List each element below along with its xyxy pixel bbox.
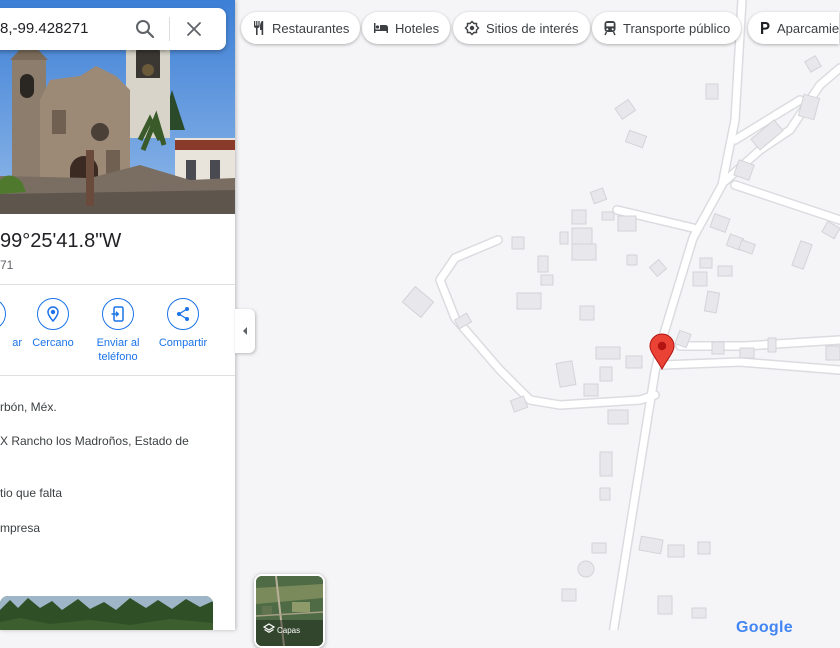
directions-icon <box>0 298 6 330</box>
info-plus-code[interactable]: X Rancho los Madroños, Estado de <box>0 434 189 448</box>
nearby-icon <box>47 306 59 322</box>
parking-icon <box>761 22 770 34</box>
chip-label: Restaurantes <box>272 20 350 36</box>
camera-icon <box>464 20 480 36</box>
nearby-button[interactable]: Cercano <box>18 298 88 350</box>
nearby-photo[interactable] <box>0 596 213 630</box>
place-title: 99°25'41.8"W <box>0 230 122 252</box>
add-missing-place-link[interactable]: tio que falta <box>0 486 62 500</box>
fork-knife-icon <box>254 21 264 35</box>
layers-icon <box>263 623 275 634</box>
chevron-left-icon <box>243 327 247 335</box>
add-business-link[interactable]: mpresa <box>0 521 40 535</box>
action-label: Enviar al teléfono <box>96 337 140 363</box>
bed-icon <box>374 23 388 33</box>
send-to-phone-button[interactable]: Enviar al teléfono <box>83 298 153 364</box>
collapse-panel-button[interactable] <box>235 309 255 353</box>
chip-label: Transporte público <box>623 20 731 36</box>
chip-restaurants[interactable]: Restaurantes <box>241 12 361 44</box>
satellite-thumbnail-image <box>256 576 323 646</box>
share-icon <box>177 307 189 321</box>
chip-transit[interactable]: Transporte público <box>592 12 742 44</box>
place-subtitle: 71 <box>0 258 14 272</box>
search-icon[interactable] <box>134 18 156 40</box>
google-logo-text: Google <box>736 619 793 636</box>
search-box[interactable]: 8,-99.428271 <box>0 8 226 50</box>
phone-icon <box>111 306 124 322</box>
google-logo: Google <box>736 619 793 637</box>
divider <box>0 375 235 376</box>
chip-label: Hoteles <box>395 20 440 36</box>
chip-label: Sitios de interés <box>486 20 579 36</box>
action-label: Compartir <box>158 337 208 349</box>
chip-parking[interactable]: Aparcamie <box>748 12 840 44</box>
search-input[interactable]: 8,-99.428271 <box>0 20 88 37</box>
layers-button[interactable]: Capas <box>254 574 325 648</box>
forest-photo-image <box>0 596 213 630</box>
train-icon <box>604 21 616 36</box>
chip-hotels[interactable]: Hoteles <box>362 12 451 44</box>
chip-label: Aparcamie <box>777 20 840 36</box>
action-label: Cercano <box>32 337 74 349</box>
layers-label: Capas <box>277 626 301 635</box>
info-address[interactable]: rbón, Méx. <box>0 400 57 414</box>
close-icon[interactable] <box>184 19 204 39</box>
place-panel: 8,-99.428271 99°25'41.8"W 71 ar Cercano <box>0 0 235 630</box>
share-button[interactable]: Compartir <box>148 298 218 350</box>
divider <box>0 284 235 285</box>
chip-attractions[interactable]: Sitios de interés <box>453 12 590 44</box>
search-divider <box>169 17 170 41</box>
